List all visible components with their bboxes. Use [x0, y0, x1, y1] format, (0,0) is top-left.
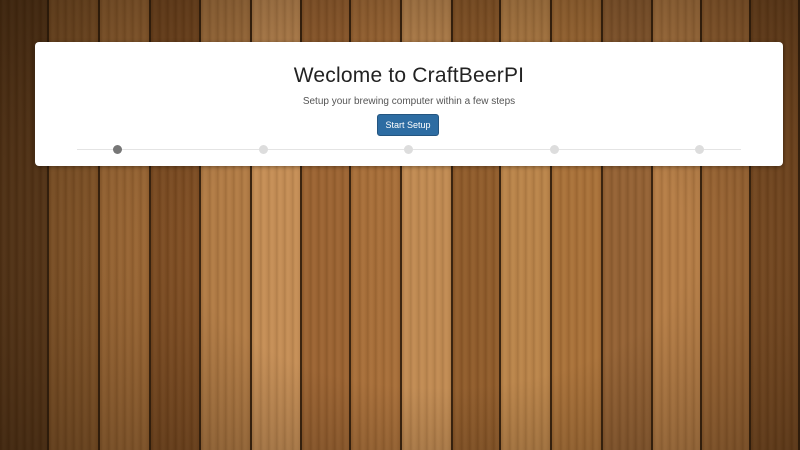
page-title: Weclome to CraftBeerPI — [293, 64, 525, 87]
step-dot-1 — [113, 145, 122, 154]
step-dot-3 — [404, 145, 413, 154]
start-setup-button[interactable]: Start Setup — [377, 114, 439, 136]
step-dot-2 — [259, 145, 268, 154]
page-subtitle: Setup your brewing computer within a few… — [302, 96, 516, 107]
step-dot-5 — [695, 145, 704, 154]
welcome-card: Weclome to CraftBeerPI Setup your brewin… — [35, 42, 783, 166]
step-dot-4 — [550, 145, 559, 154]
wizard-steps — [77, 144, 741, 154]
